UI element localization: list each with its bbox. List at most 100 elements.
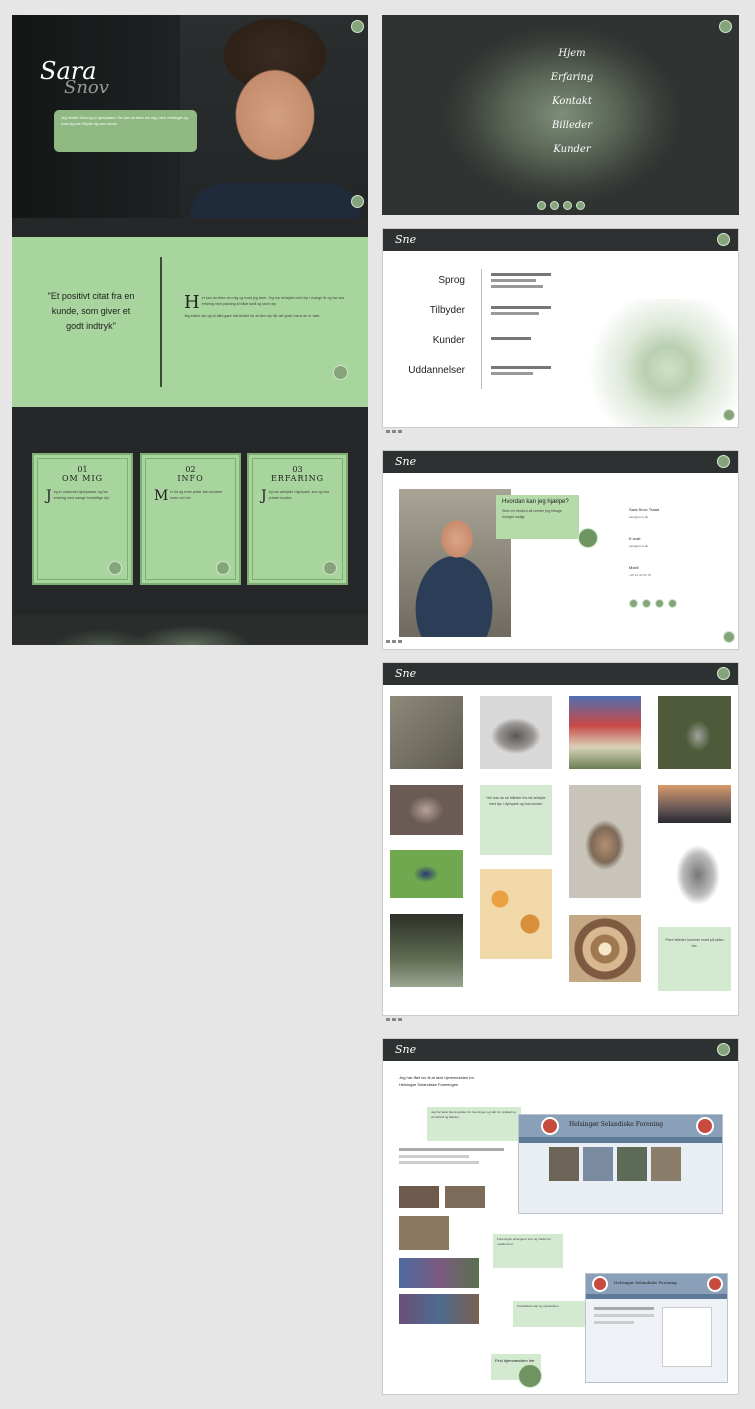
quote-text: "Et positivt citat fra en kunde, som giv… — [47, 291, 135, 331]
site-header: Sne — [383, 229, 738, 251]
social-icon[interactable] — [576, 201, 585, 210]
customer-cta-button[interactable] — [518, 1364, 542, 1388]
info-card-2[interactable]: 02 INFO M in tid og mine priser kan du l… — [140, 453, 241, 585]
header-menu-button[interactable] — [717, 1043, 730, 1056]
contact-question-text: Skriv en besked så vender jeg tilbage hu… — [502, 509, 562, 519]
hero-section: Sara Snov Jeg hedder Sara og er dyrepass… — [12, 15, 368, 218]
menu-item-billeder[interactable]: Billeder — [532, 120, 612, 144]
contact-next-button[interactable] — [723, 631, 735, 643]
hero-intro-box: Jeg hedder Sara og er dyrepasser. Her ka… — [54, 110, 197, 152]
info-card-title: OM MIG — [61, 474, 104, 483]
gallery-dots — [386, 1018, 402, 1021]
contact-social-icons — [629, 599, 677, 608]
gallery-photo-barn[interactable] — [390, 696, 463, 769]
gallery-photo-possum[interactable] — [390, 785, 463, 835]
scroll-down-button[interactable] — [351, 195, 364, 208]
quote-divider — [160, 257, 162, 387]
customer-site-title: Helsingør Selandiske Forening — [569, 1121, 664, 1128]
services-next-button[interactable] — [723, 409, 735, 421]
header-logo[interactable]: Sne — [395, 233, 416, 246]
services-divider — [481, 269, 482, 389]
gallery-photo-butterfly[interactable] — [390, 850, 463, 898]
info-card-button[interactable] — [323, 561, 337, 575]
info-card-text: eg har arbejdet i dyrepark, zoo og hos p… — [268, 490, 330, 500]
gallery-photo-food[interactable] — [480, 869, 552, 959]
service-label-sprog: Sprog — [438, 275, 465, 286]
header-menu-button[interactable] — [717, 667, 730, 680]
about-drop-cap: H — [184, 292, 200, 313]
info-card-drop-cap: J — [261, 488, 267, 504]
social-icon[interactable] — [655, 599, 664, 608]
gallery-photo-mandala[interactable] — [569, 915, 641, 982]
menu-item-kunder[interactable]: Kunder — [532, 144, 612, 168]
menu-item-kontakt[interactable]: Kontakt — [532, 96, 612, 120]
info-card-number: 03 — [292, 465, 303, 474]
gallery-photo-koala[interactable] — [658, 696, 731, 769]
contact-info: Sara Snov Traad sara@snov.dk E-mail sara… — [629, 507, 719, 578]
customer-note-text: Kontaktformular og nyhedsbrev. — [517, 1304, 560, 1308]
menu-item-hjem[interactable]: Hjem — [532, 48, 612, 72]
customer-site-screenshot-2[interactable]: Helsingør Selandiske Forening — [585, 1273, 728, 1383]
contact-field-label: E-mail — [629, 536, 641, 541]
customers-page-preview: Sne Jeg har fået lov til at lave hjemmes… — [382, 1038, 739, 1395]
customer-site-screenshot-1[interactable]: Helsingør Selandiske Forening — [518, 1114, 723, 1214]
gallery-text-block-2: Flere billeder kommer snart på siden her… — [658, 927, 731, 991]
about-p1: er kan du læse om mig og hvad jeg laver.… — [201, 296, 345, 306]
gallery-text-block-1: Her kan du se billeder fra mit arbejde m… — [480, 785, 552, 855]
customers-title: Jeg har fået lov til at lave hjemmesiden… — [399, 1075, 549, 1087]
succulent-image — [578, 299, 738, 427]
service-label-tilbyder: Tilbyder — [429, 305, 465, 316]
menu-close-button[interactable] — [719, 20, 732, 33]
info-card-button[interactable] — [216, 561, 230, 575]
customer-photo-column — [399, 1144, 504, 1324]
customer-note-2: Foreningen arrangerer ture og møder for … — [493, 1234, 563, 1268]
info-card-drop-cap: M — [154, 488, 169, 504]
service-detail-lines — [491, 273, 551, 375]
social-icon[interactable] — [642, 599, 651, 608]
services-page-preview: Sne Sprog Tilbyder Kunder Uddannelser — [382, 228, 739, 428]
menu-item-erfaring[interactable]: Erfaring — [532, 72, 612, 96]
info-card-drop-cap: J — [46, 488, 52, 504]
gallery-page-preview: Sne Her kan du se billeder fra mit arbej… — [382, 662, 739, 1016]
info-card-button[interactable] — [108, 561, 122, 575]
services-dots — [386, 430, 402, 433]
info-card-3[interactable]: 03 ERFARING J eg har arbejdet i dyrepark… — [247, 453, 348, 585]
hero-shirt — [190, 183, 360, 218]
header-logo[interactable]: Sne — [395, 667, 416, 680]
customers-title-line2: Helsingør Selandiske Foreningen — [399, 1082, 459, 1087]
contact-field-label: Sara Snov Traad — [629, 507, 660, 512]
site-seal-icon — [707, 1276, 723, 1292]
social-icon[interactable] — [537, 201, 546, 210]
services-labels: Sprog Tilbyder Kunder Uddannelser — [393, 275, 465, 395]
social-icon[interactable] — [629, 599, 638, 608]
social-icon[interactable] — [668, 599, 677, 608]
about-more-button[interactable] — [333, 365, 348, 380]
top-menu-button[interactable] — [351, 20, 364, 33]
info-card-1[interactable]: 01 OM MIG J eg er uddannet dyrepasser og… — [32, 453, 133, 585]
social-icon[interactable] — [550, 201, 559, 210]
gallery-photo-forest[interactable] — [390, 914, 463, 987]
gallery-photo-wallaby[interactable] — [569, 785, 641, 898]
header-logo[interactable]: Sne — [395, 1043, 416, 1056]
contact-send-button[interactable] — [578, 528, 598, 548]
logo-last: Snov — [64, 77, 109, 98]
gallery-photo-animal[interactable] — [480, 696, 552, 769]
site-seal-icon — [696, 1117, 714, 1135]
gallery-photo-building[interactable] — [569, 696, 641, 769]
contact-field-label: Mobil — [629, 565, 639, 570]
header-logo[interactable]: Sne — [395, 455, 416, 468]
info-card-number: 02 — [185, 465, 196, 474]
contact-field-value: sara@snov.dk — [629, 515, 648, 519]
header-menu-button[interactable] — [717, 455, 730, 468]
service-label-uddannelser: Uddannelser — [408, 365, 465, 376]
site-seal-icon — [541, 1117, 559, 1135]
site-header: Sne — [383, 1039, 738, 1061]
header-menu-button[interactable] — [717, 233, 730, 246]
customer-note-1: Jeg har lavet hjemmesiden for foreningen… — [427, 1107, 521, 1141]
social-icon[interactable] — [563, 201, 572, 210]
gallery-photo-sunset[interactable] — [658, 785, 731, 823]
gallery-photo-horse-drawing[interactable] — [658, 835, 731, 913]
landing-page-preview: Sara Snov Jeg hedder Sara og er dyrepass… — [12, 15, 368, 645]
contact-field-value: sara@snov.dk — [629, 544, 648, 548]
info-card-title: INFO — [177, 474, 204, 483]
